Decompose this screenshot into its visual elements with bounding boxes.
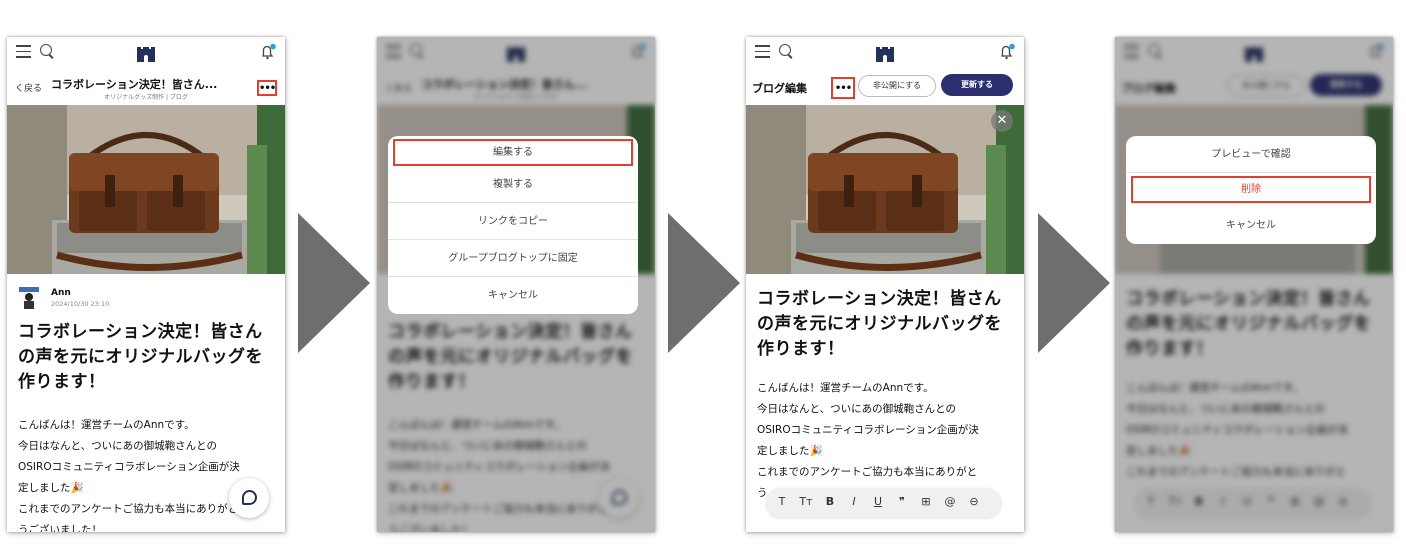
editor-body-line: 定しました🎉 <box>757 445 823 457</box>
post-header: く戻る コラボレーション決定！皆さん... オリジナルグッズ制作 | ブログ •… <box>7 71 285 105</box>
editor-body-line: これまでのアンケートご協力も本当にありがと <box>757 466 978 478</box>
italic-icon[interactable]: I <box>846 495 862 508</box>
make-private-button[interactable]: 非公開にする <box>858 75 936 97</box>
author-name[interactable]: Ann <box>51 288 71 298</box>
editor-body-field[interactable]: こんばんは！運営チームのAnnです。 今日はなんと、ついにあの御城鞄さんとの O… <box>757 378 1019 504</box>
search-icon[interactable] <box>779 44 791 56</box>
hamburger-menu-icon[interactable] <box>755 45 770 58</box>
text-size-icon[interactable]: Tт <box>798 495 814 508</box>
castle-logo-icon[interactable] <box>136 44 156 62</box>
castle-logo-icon[interactable] <box>875 44 895 62</box>
post-body-line: うございました！ <box>18 524 102 532</box>
menu-item-edit[interactable]: 編集する <box>393 139 633 166</box>
modal-overlay[interactable] <box>1115 37 1393 532</box>
bold-icon[interactable]: B <box>822 495 838 508</box>
menu-item-copy-link[interactable]: リンクをコピー <box>388 203 638 240</box>
editor-header: ブログ編集 ••• 非公開にする 更新する <box>746 71 1024 105</box>
bell-icon[interactable] <box>998 43 1016 61</box>
screen-editor-menu: ブログ編集 非公開にする 更新する コラボレーション決定！皆さんの声を元にオリジ… <box>1115 37 1393 532</box>
format-toolbar: T Tт B I U ❞ ⊞ @ ⊖ <box>766 488 1001 517</box>
hero-image <box>746 105 1024 274</box>
post-header-subtitle: オリジナルグッズ制作 | ブログ <box>104 94 188 101</box>
menu-item-delete[interactable]: 削除 <box>1131 176 1371 203</box>
text-style-icon[interactable]: T <box>774 495 790 508</box>
avatar[interactable] <box>19 287 39 309</box>
top-bar <box>7 37 285 71</box>
chat-button[interactable] <box>229 478 269 518</box>
menu-item-cancel[interactable]: キャンセル <box>1126 207 1376 244</box>
post-title: コラボレーション決定！皆さんの声を元にオリジナルバッグを作ります！ <box>18 322 263 392</box>
underline-icon[interactable]: U <box>870 495 886 508</box>
more-options-button[interactable]: ••• <box>257 80 277 96</box>
screen-blog-editor: ブログ編集 ••• 非公開にする 更新する ✕ コラボレーション決定！皆さんの声… <box>746 37 1024 532</box>
remove-image-close-icon[interactable]: ✕ <box>991 110 1013 132</box>
step-arrow <box>298 213 370 353</box>
menu-item-cancel[interactable]: キャンセル <box>388 277 638 314</box>
screen-post-menu: く戻る コラボレーション決定！皆さん... オリジナルグッズ制作 | ブログ コ… <box>377 37 655 532</box>
editor-body-line: OSIROコミュニティコラボレーション企画が決 <box>757 424 979 436</box>
editor-body-line: こんばんは！運営チームのAnnです。 <box>757 382 934 394</box>
mention-icon[interactable]: @ <box>942 495 958 508</box>
image-icon[interactable]: ⊞ <box>918 495 934 508</box>
editor-body-line: 今日はなんと、ついにあの御城鞄さんとの <box>757 403 956 415</box>
menu-item-preview[interactable]: プレビューで確認 <box>1126 136 1376 173</box>
hero-image <box>7 105 285 274</box>
screen-post-view: く戻る コラボレーション決定！皆さん... オリジナルグッズ制作 | ブログ •… <box>7 37 285 532</box>
quote-icon[interactable]: ❞ <box>894 495 910 508</box>
leather-bag-photo <box>7 105 285 274</box>
hamburger-menu-icon[interactable] <box>16 45 31 58</box>
more-options-button[interactable]: ••• <box>831 77 855 99</box>
editor-title-field[interactable]: コラボレーション決定！皆さんの声を元にオリジナルバッグを作ります！ <box>757 287 1017 362</box>
post-body-line: こんばんは！運営チームのAnnです。 <box>18 419 195 431</box>
post-body-line: OSIROコミュニティコラボレーション企画が決 <box>18 461 240 473</box>
menu-item-pin-top[interactable]: グループブログトップに固定 <box>388 240 638 277</box>
post-header-title: コラボレーション決定！皆さん... <box>51 78 218 91</box>
step-arrow <box>1038 213 1110 353</box>
editor-title: ブログ編集 <box>752 82 807 95</box>
menu-item-duplicate[interactable]: 複製する <box>388 166 638 203</box>
top-bar <box>746 37 1024 71</box>
leather-bag-photo <box>746 105 1024 274</box>
action-sheet: 編集する 複製する リンクをコピー グループブログトップに固定 キャンセル <box>388 136 638 314</box>
post-date: 2024/10/30 23:10 <box>51 300 110 308</box>
post-body-line: 今日はなんと、ついにあの御城鞄さんとの <box>18 440 217 452</box>
step-arrow <box>668 213 740 353</box>
bell-icon[interactable] <box>259 43 277 61</box>
link-icon[interactable]: ⊖ <box>966 495 982 508</box>
update-button[interactable]: 更新する <box>941 74 1013 96</box>
action-sheet: プレビューで確認 削除 キャンセル <box>1126 136 1376 244</box>
search-icon[interactable] <box>40 44 52 56</box>
